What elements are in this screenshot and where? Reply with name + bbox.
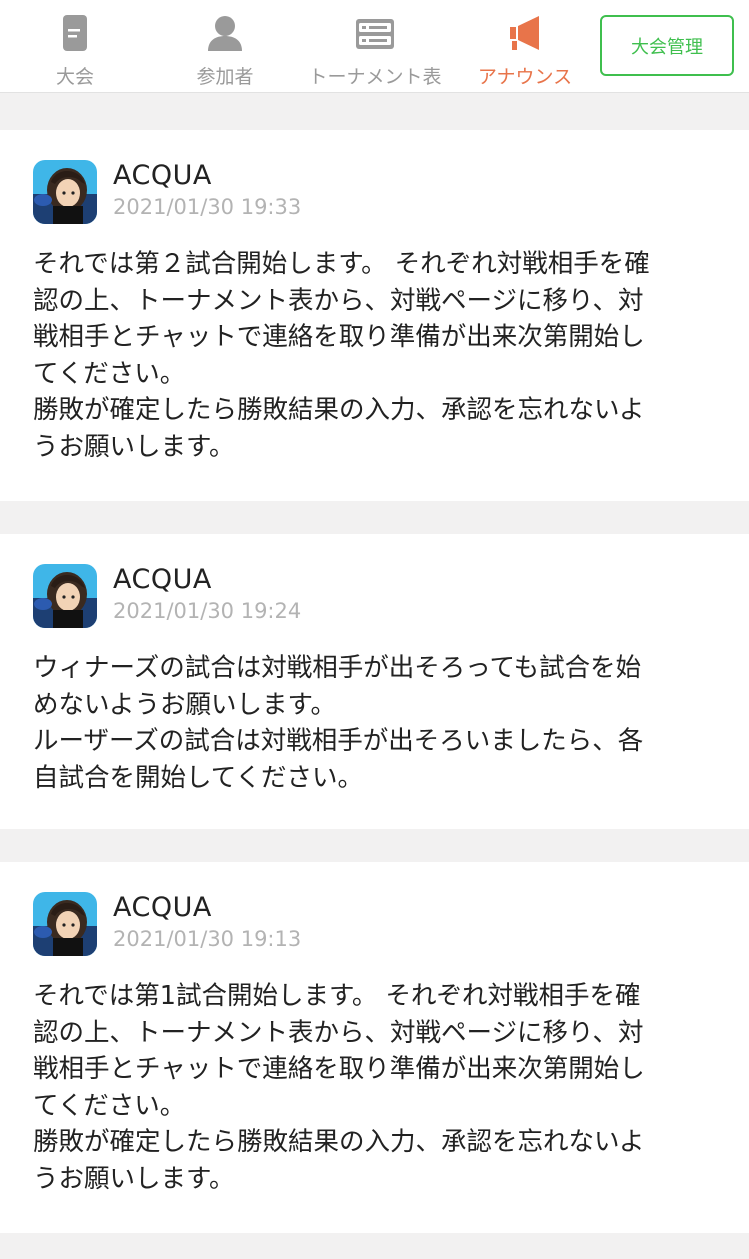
announcement-body: ウィナーズの試合は対戦相手が出そろっても試合を始 めないようお願いします。 ルー… [33,653,644,793]
author-avatar[interactable] [33,564,97,628]
tab-participants[interactable]: 参加者 [150,14,300,89]
announcement-body: それでは第1試合開始します。 それぞれ対戦相手を確 認の上、トーナメント表から、… [33,981,645,1194]
announcement-card: ACQUA 2021/01/30 19:24 ウィナーズの試合は対戦相手が出そろ… [0,534,749,829]
tournament-management-button[interactable]: 大会管理 [600,15,734,76]
tab-bracket[interactable]: トーナメント表 [300,14,450,89]
author-name: ACQUA [113,160,212,191]
tab-label: 大会 [55,66,94,88]
author-name: ACQUA [113,892,212,923]
tab-announce[interactable]: アナウンス [450,14,600,89]
person-icon [150,14,300,54]
author-avatar[interactable] [33,160,97,224]
megaphone-icon [450,14,600,54]
tab-label: 参加者 [196,66,254,88]
author-avatar[interactable] [33,892,97,956]
announcement-card: ACQUA 2021/01/30 19:33 それでは第２試合開始します。 それ… [0,130,749,501]
post-timestamp: 2021/01/30 19:13 [113,927,302,951]
author-name: ACQUA [113,564,212,595]
top-nav-bar: 大会 参加者 トーナメント表 アナウンス 大会管理 [0,0,749,93]
post-timestamp: 2021/01/30 19:33 [113,195,302,219]
post-timestamp: 2021/01/30 19:24 [113,599,302,623]
announcement-card: ACQUA 2021/01/30 19:13 それでは第1試合開始します。 それ… [0,862,749,1233]
tab-label: アナウンス [477,66,573,88]
document-icon [0,14,150,54]
tab-label: トーナメント表 [308,66,442,88]
bracket-list-icon [300,14,450,54]
tab-tournament[interactable]: 大会 [0,14,150,89]
announcement-body: それでは第２試合開始します。 それぞれ対戦相手を確 認の上、トーナメント表から、… [33,249,650,462]
